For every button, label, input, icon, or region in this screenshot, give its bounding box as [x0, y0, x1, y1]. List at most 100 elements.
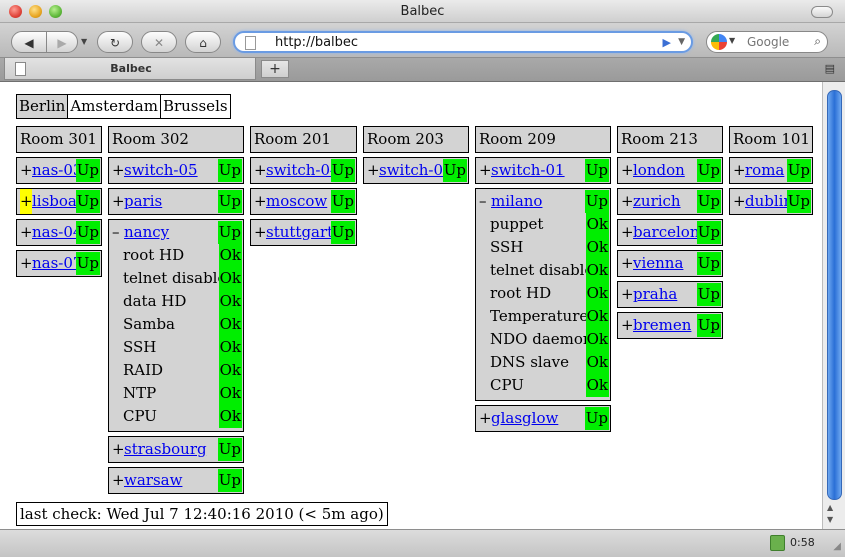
host-link[interactable]: switch-01 [491, 161, 565, 179]
host-link[interactable]: vienna [633, 254, 683, 272]
expand-toggle[interactable]: + [112, 189, 125, 214]
host-link[interactable]: lisboa [32, 192, 77, 210]
status-badge: Up [696, 252, 721, 275]
host-card: +switch-05 Up [108, 157, 244, 184]
service-status: Ok [585, 305, 609, 328]
host-card: +switch-01 Up [475, 157, 611, 184]
host-link[interactable]: milano [491, 192, 542, 210]
back-button[interactable]: ◀ [11, 31, 47, 53]
home-button[interactable]: ⌂ [185, 31, 221, 53]
expand-toggle[interactable]: + [479, 158, 492, 183]
host-link[interactable]: praha [633, 285, 677, 303]
toolbar-toggle-button[interactable] [811, 6, 833, 18]
host-card: +warsaw Up [108, 467, 244, 494]
collapse-toggle[interactable]: – [479, 189, 491, 214]
search-engine-icon[interactable] [711, 34, 727, 50]
host-link[interactable]: stuttgart [266, 223, 333, 241]
expand-toggle[interactable]: + [254, 189, 267, 214]
scroll-up-icon[interactable]: ▲ [827, 503, 833, 512]
status-badge: Up [584, 407, 609, 430]
host-card: +vienna Up [617, 250, 723, 277]
status-bar: 0:58 ◢ [0, 529, 845, 557]
host-card: +stuttgart Up [250, 219, 357, 246]
expand-toggle[interactable]: + [621, 189, 634, 214]
service-label: CPU [490, 376, 524, 394]
host-link[interactable]: moscow [266, 192, 327, 210]
search-bar[interactable]: ▼ ⌕ [706, 31, 828, 53]
url-history-dropdown-icon[interactable]: ▼ [678, 37, 685, 47]
host-link[interactable]: strasbourg [124, 440, 207, 458]
expand-toggle[interactable]: + [621, 158, 634, 183]
host-link[interactable]: switch-05 [124, 161, 198, 179]
expand-toggle[interactable]: + [20, 251, 33, 276]
tab-balbec[interactable]: Balbec [4, 58, 256, 80]
status-badge: Up [217, 190, 242, 213]
host-card: +paris Up [108, 188, 244, 215]
status-badge: Up [75, 221, 100, 244]
expand-toggle[interactable]: + [621, 282, 634, 307]
last-check-status: last check: Wed Jul 7 12:40:16 2010 (< 5… [16, 502, 388, 526]
expand-toggle[interactable]: + [20, 158, 33, 183]
history-dropdown-icon[interactable]: ▼ [81, 37, 87, 46]
host-link[interactable]: roma [745, 161, 784, 179]
host-card: +nas-07 Up [16, 250, 102, 277]
status-time: 0:58 [790, 536, 815, 549]
tab-list-icon[interactable]: ▤ [825, 62, 835, 75]
expand-toggle[interactable]: + [112, 468, 125, 493]
expand-toggle[interactable]: + [20, 220, 33, 245]
window-title: Balbec [400, 4, 445, 19]
host-link[interactable]: paris [124, 192, 162, 210]
host-card: +praha Up [617, 281, 723, 308]
new-tab-button[interactable]: + [261, 60, 289, 78]
vertical-scrollbar[interactable]: ▲ ▼ [822, 82, 845, 529]
status-badge: Up [75, 190, 100, 213]
extension-status-icon[interactable] [770, 535, 785, 551]
service-label: root HD [123, 246, 185, 264]
host-link[interactable]: bremen [633, 316, 691, 334]
scrollbar-thumb[interactable] [827, 90, 842, 500]
search-engine-dropdown-icon[interactable]: ▼ [729, 36, 735, 45]
host-link[interactable]: switch-03 [379, 161, 453, 179]
scroll-down-icon[interactable]: ▼ [827, 515, 833, 524]
stop-button[interactable]: ✕ [141, 31, 177, 53]
service-status: Ok [218, 359, 242, 382]
expand-toggle[interactable]: + [733, 158, 746, 183]
expand-toggle[interactable]: + [254, 220, 267, 245]
expand-toggle[interactable]: + [733, 189, 746, 214]
expand-toggle[interactable]: + [112, 437, 125, 462]
host-card: +moscow Up [250, 188, 357, 215]
host-link[interactable]: glasglow [491, 409, 558, 427]
url-input[interactable] [275, 34, 645, 50]
expand-toggle[interactable]: + [621, 251, 634, 276]
host-link[interactable]: london [633, 161, 685, 179]
expand-toggle[interactable]: + [479, 406, 492, 431]
host-card: +switch-03 Up [363, 157, 469, 184]
reload-button[interactable]: ↻ [97, 31, 133, 53]
tab-amsterdam[interactable]: Amsterdam [67, 94, 161, 119]
status-badge: Up [330, 221, 355, 244]
expand-toggle[interactable]: + [254, 158, 267, 183]
collapse-toggle[interactable]: – [112, 220, 124, 245]
expand-toggle[interactable]: + [367, 158, 380, 183]
forward-arrow-icon: ▶ [57, 36, 67, 50]
search-icon[interactable]: ⌕ [814, 34, 821, 49]
expand-toggle[interactable]: + [621, 220, 634, 245]
resize-grip-icon[interactable]: ◢ [833, 541, 841, 552]
service-status: Ok [585, 213, 609, 236]
host-link[interactable]: switch-04 [266, 161, 340, 179]
go-arrow-icon[interactable]: ▶ [663, 36, 671, 49]
expand-toggle[interactable]: + [112, 158, 125, 183]
host-link[interactable]: zurich [633, 192, 681, 210]
navigation-toolbar: ◀ ▶ ▼ ↻ ✕ ⌂ ▶ ▼ ▼ ⌕ [0, 23, 845, 58]
search-input[interactable] [745, 34, 809, 50]
tab-berlin[interactable]: Berlin [16, 94, 69, 119]
expand-toggle[interactable]: + [621, 313, 634, 338]
host-link[interactable]: nancy [124, 223, 169, 241]
service-status: Ok [218, 382, 242, 405]
host-card: +roma Up [729, 157, 813, 184]
expand-toggle[interactable]: + [20, 189, 33, 214]
host-link[interactable]: warsaw [124, 471, 182, 489]
address-bar[interactable]: ▶ ▼ [233, 31, 693, 53]
tab-brussels[interactable]: Brussels [159, 94, 231, 119]
forward-button[interactable]: ▶ [46, 31, 78, 53]
